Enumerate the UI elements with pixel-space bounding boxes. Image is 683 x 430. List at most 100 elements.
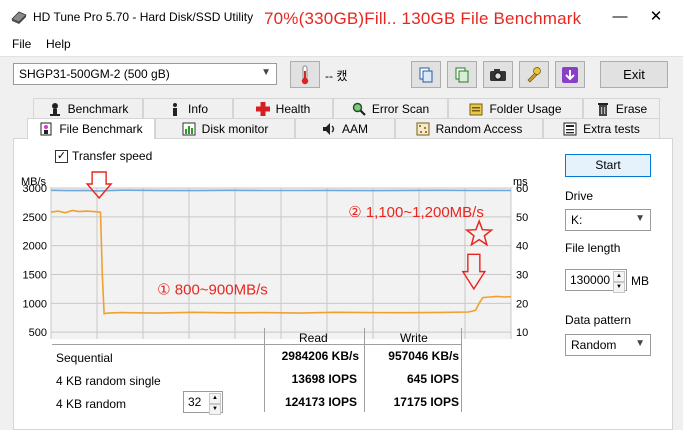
y-axis-label-right: ms <box>513 176 528 188</box>
extra-tests-icon <box>563 122 577 135</box>
chevron-down-icon: ▼ <box>635 338 645 349</box>
y-tick-left: 2500 <box>23 212 47 224</box>
y-tick-left: 1000 <box>23 298 47 310</box>
tab-folder-usage[interactable]: Folder Usage <box>448 98 583 118</box>
y-axis-label-left: MB/s <box>21 176 47 188</box>
sequential-read: 2984206 KB/s <box>281 349 359 363</box>
minimize-button[interactable]: — <box>609 6 631 28</box>
temperature-readout: -- 캤 <box>325 69 348 83</box>
tab-aam[interactable]: AAM <box>295 118 395 138</box>
annotation-label-1: ① 800~900MB/s <box>157 282 268 299</box>
file-length-stepper[interactable]: 130000 ▲ ▼ <box>565 269 627 293</box>
file-length-value: 130000 <box>570 273 611 287</box>
tab-error-scan[interactable]: Error Scan <box>333 98 448 118</box>
temperature-button[interactable] <box>290 61 320 88</box>
tab-erase[interactable]: Erase <box>583 98 660 118</box>
y-tick-left: 1500 <box>23 270 47 282</box>
tab-info-label: Info <box>187 101 208 116</box>
menu-help[interactable]: Help <box>46 37 71 51</box>
exit-button[interactable]: Exit <box>600 61 668 88</box>
sequential-label: Sequential <box>56 351 113 365</box>
tab-aam-label: AAM <box>341 121 368 136</box>
y-tick-right: 40 <box>516 241 528 253</box>
screenshot-button[interactable] <box>483 61 513 88</box>
y-tick-right: 10 <box>516 327 528 339</box>
drive-combo-value: K: <box>571 213 583 227</box>
toolbar: SHGP31-500GM-2 (500 gB) ▼ -- 캤 Exit <box>0 56 683 92</box>
y-tick-left: 500 <box>29 327 47 339</box>
save-button[interactable] <box>555 61 585 88</box>
options-button[interactable] <box>519 61 549 88</box>
info-icon <box>172 102 177 116</box>
tabs-area: Benchmark Info Health Error Scan Folder … <box>0 92 683 430</box>
file-benchmark-icon <box>40 122 52 136</box>
drive-select[interactable]: SHGP31-500GM-2 (500 gB) ▼ <box>13 63 277 85</box>
queue-depth-stepper[interactable]: 32 ▲ ▼ <box>183 391 223 415</box>
tab-file-benchmark-label: File Benchmark <box>59 122 143 136</box>
spin-up-icon[interactable]: ▲ <box>613 271 625 282</box>
copy-icon <box>419 67 433 82</box>
series-line-0 <box>50 189 512 192</box>
sequential-write: 957046 KB/s <box>388 349 459 363</box>
benchmark-icon <box>49 102 60 116</box>
window-title: HD Tune Pro 5.70 - Hard Disk/SSD Utility <box>33 10 254 24</box>
drive-select-value: SHGP31-500GM-2 (500 gB) <box>19 67 170 81</box>
tab-random-access-label: Random Access <box>435 121 523 136</box>
close-button[interactable]: ✕ <box>645 6 667 28</box>
queue-depth-value: 32 <box>188 395 202 409</box>
random-single-write: 645 IOPS <box>406 372 459 386</box>
random-single-read: 13698 IOPS <box>291 372 357 386</box>
tab-health-label: Health <box>275 101 311 116</box>
tab-disk-monitor[interactable]: Disk monitor <box>155 118 295 138</box>
title-annotation: 70%(330GB)Fill.. 130GB File Benchmark <box>264 9 582 28</box>
hdtune-app-icon <box>11 11 27 24</box>
random-access-icon <box>416 122 430 135</box>
y-tick-right: 20 <box>516 298 528 310</box>
thermometer-icon <box>301 65 309 84</box>
tab-extra-tests-label: Extra tests <box>583 121 640 136</box>
random-single-label: 4 KB random single <box>56 374 161 388</box>
spin-down-icon[interactable]: ▼ <box>613 282 625 293</box>
speaker-icon <box>322 122 335 135</box>
tab-error-scan-label: Error Scan <box>371 101 430 116</box>
camera-icon <box>490 68 506 81</box>
read-column-header: Read <box>299 331 328 345</box>
annotation-label-2: ② 1,100~1,200MB/s <box>348 204 484 221</box>
copy-screenshot-button[interactable] <box>447 61 477 88</box>
tab-benchmark[interactable]: Benchmark <box>33 98 143 118</box>
y-tick-left: 2000 <box>23 241 47 253</box>
download-arrow-icon <box>562 66 578 83</box>
menu-file[interactable]: File <box>12 37 31 51</box>
tab-health[interactable]: Health <box>233 98 333 118</box>
copy-green-icon <box>455 67 469 82</box>
drive-combo[interactable]: K: ▼ <box>565 209 651 231</box>
y-tick-right: 50 <box>516 212 528 224</box>
data-pattern-label: Data pattern <box>565 313 632 327</box>
tab-disk-monitor-label: Disk monitor <box>201 121 269 136</box>
tab-extra-tests[interactable]: Extra tests <box>543 118 660 138</box>
tab-info[interactable]: Info <box>143 98 233 118</box>
copy-info-button[interactable] <box>411 61 441 88</box>
random-queue-label: 4 KB random <box>56 397 127 411</box>
trash-icon <box>597 102 608 116</box>
tools-icon <box>527 66 541 82</box>
title-bar: HD Tune Pro 5.70 - Hard Disk/SSD Utility… <box>0 0 683 34</box>
data-pattern-combo[interactable]: Random ▼ <box>565 334 651 356</box>
spin-up-icon[interactable]: ▲ <box>209 393 221 404</box>
tab-erase-label: Erase <box>615 101 648 116</box>
disk-monitor-icon <box>182 122 196 135</box>
start-button[interactable]: Start <box>565 154 651 177</box>
write-column-header: Write <box>400 331 428 345</box>
data-pattern-value: Random <box>571 338 617 352</box>
results-divider <box>461 328 462 412</box>
magnifier-icon <box>352 102 366 116</box>
tab-random-access[interactable]: Random Access <box>395 118 543 138</box>
transfer-chart: 3000602500502000401500301000205001001326… <box>21 171 528 339</box>
tab-benchmark-label: Benchmark <box>67 101 129 116</box>
folder-icon <box>469 103 483 115</box>
y-tick-right: 30 <box>516 270 528 282</box>
tab-file-benchmark[interactable]: File Benchmark <box>27 118 155 139</box>
health-cross-icon <box>255 101 270 116</box>
spin-down-icon[interactable]: ▼ <box>209 404 221 415</box>
drive-label: Drive <box>565 189 594 203</box>
